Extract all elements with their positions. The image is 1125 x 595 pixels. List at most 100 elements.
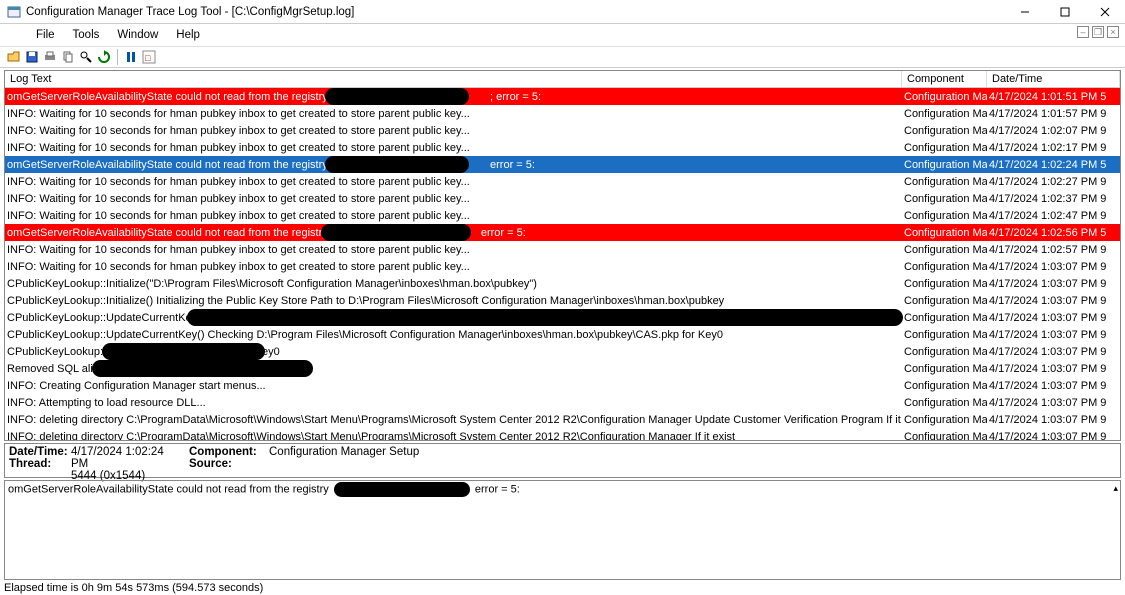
log-row[interactable]: CPublicKeyLookup::UpdateCurrentKey Config… (5, 309, 1120, 326)
pause-icon[interactable] (123, 49, 139, 65)
log-row[interactable]: INFO: deleting directory C:\ProgramData\… (5, 411, 1120, 428)
mdi-close[interactable]: × (1107, 26, 1119, 38)
log-row[interactable]: CPublicKeyLookup::Initialize("D:\Program… (5, 275, 1120, 292)
log-text: INFO: Creating Configuration Manager sta… (7, 380, 266, 392)
log-row[interactable]: omGetServerRoleAvailabilityState could n… (5, 224, 1120, 241)
col-datetime[interactable]: Date/Time (987, 71, 1120, 87)
log-component: Configuration Mar (902, 210, 987, 222)
refresh-icon[interactable] (96, 49, 112, 65)
menu-help[interactable]: Help (168, 27, 208, 43)
log-datetime: 4/17/2024 1:01:51 PM 5 (987, 91, 1120, 103)
log-component: Configuration Mar (902, 414, 987, 426)
log-component: Configuration Mar (902, 397, 987, 409)
log-row[interactable]: CPublicKeyLookup::UpdateCurrentKey() Upd… (5, 343, 1120, 360)
log-text: INFO: Waiting for 10 seconds for hman pu… (7, 176, 470, 188)
log-text: INFO: Waiting for 10 seconds for hman pu… (7, 108, 470, 120)
find-icon[interactable] (78, 49, 94, 65)
close-button[interactable] (1085, 0, 1125, 24)
log-component: Configuration Mar (902, 312, 987, 324)
detail-datetime-value: 4/17/2024 1:02:24 PM (71, 446, 181, 470)
log-row[interactable]: INFO: Waiting for 10 seconds for hman pu… (5, 207, 1120, 224)
log-text: CPublicKeyLookup::UpdateCurrentKey() Upd… (7, 346, 280, 358)
minimize-button[interactable] (1005, 0, 1045, 24)
message-redaction (334, 482, 470, 497)
app-icon (6, 4, 22, 20)
log-component: Configuration Mar (902, 142, 987, 154)
message-panel[interactable]: omGetServerRoleAvailabilityState could n… (4, 480, 1121, 580)
log-row[interactable]: INFO: Creating Configuration Manager sta… (5, 377, 1120, 394)
errorlookup-icon[interactable]: □ (141, 49, 157, 65)
log-datetime: 4/17/2024 1:02:37 PM 9 (987, 193, 1120, 205)
log-text: CPublicKeyLookup::UpdateCurrentKey (7, 312, 197, 324)
log-component: Configuration Mar (902, 261, 987, 273)
menu-file[interactable]: File (28, 27, 63, 43)
col-component[interactable]: Component (902, 71, 987, 87)
log-text: CPublicKeyLookup::UpdateCurrentKey() Che… (7, 329, 723, 341)
log-text: INFO: Waiting for 10 seconds for hman pu… (7, 193, 470, 205)
log-row[interactable]: INFO: Waiting for 10 seconds for hman pu… (5, 122, 1120, 139)
log-component: Configuration Mar (902, 380, 987, 392)
copy-icon[interactable] (60, 49, 76, 65)
log-text: omGetServerRoleAvailabilityState could n… (7, 159, 337, 171)
log-row[interactable]: CPublicKeyLookup::Initialize() Initializ… (5, 292, 1120, 309)
log-row[interactable]: INFO: Waiting for 10 seconds for hman pu… (5, 139, 1120, 156)
log-datetime: 4/17/2024 1:02:27 PM 9 (987, 176, 1120, 188)
message-pre: omGetServerRoleAvailabilityState could n… (8, 483, 329, 495)
log-row[interactable]: INFO: Waiting for 10 seconds for hman pu… (5, 241, 1120, 258)
log-header: Log Text Component Date/Time (5, 71, 1120, 88)
log-row[interactable]: omGetServerRoleAvailabilityState could n… (5, 156, 1120, 173)
detail-component-value: Configuration Manager Setup (269, 446, 1116, 458)
log-datetime: 4/17/2024 1:03:07 PM 9 (987, 363, 1120, 375)
detail-datetime-label: Date/Time: (9, 446, 63, 458)
open-icon[interactable] (6, 49, 22, 65)
log-row[interactable]: INFO: Waiting for 10 seconds for hman pu… (5, 105, 1120, 122)
detail-panel: Date/Time: Thread: 4/17/2024 1:02:24 PM … (4, 443, 1121, 478)
title-bar: Configuration Manager Trace Log Tool - [… (0, 0, 1125, 24)
window-controls (1005, 0, 1125, 24)
window-title: Configuration Manager Trace Log Tool - [… (26, 6, 354, 18)
mdi-minimize[interactable]: – (1077, 26, 1089, 38)
log-row[interactable]: omGetServerRoleAvailabilityState could n… (5, 88, 1120, 105)
log-text-extra: error = 5: (478, 227, 526, 239)
log-text: INFO: deleting directory C:\ProgramData\… (7, 414, 902, 426)
mdi-controls: – ❐ × (1077, 26, 1119, 38)
menu-tools[interactable]: Tools (65, 27, 108, 43)
log-text: omGetServerRoleAvailabilityState could n… (7, 227, 328, 239)
col-logtext[interactable]: Log Text (5, 71, 902, 87)
log-datetime: 4/17/2024 1:03:07 PM 9 (987, 295, 1120, 307)
log-datetime: 4/17/2024 1:03:07 PM 9 (987, 329, 1120, 341)
log-component: Configuration Mar (902, 329, 987, 341)
log-rows[interactable]: ▴ ▾ omGetServerRoleAvailabilityState cou… (5, 88, 1120, 440)
log-datetime: 4/17/2024 1:02:47 PM 9 (987, 210, 1120, 222)
log-text: Removed SQL alia (7, 363, 99, 375)
log-text-extra: ; error = 5: (487, 91, 541, 103)
log-text: INFO: Waiting for 10 seconds for hman pu… (7, 125, 470, 137)
log-component: Configuration Mar (902, 295, 987, 307)
mdi-restore[interactable]: ❐ (1092, 26, 1104, 38)
log-text: CPublicKeyLookup::Initialize() Initializ… (7, 295, 724, 307)
print-icon[interactable] (42, 49, 58, 65)
log-row[interactable]: INFO: Waiting for 10 seconds for hman pu… (5, 173, 1120, 190)
log-component: Configuration Mar (902, 176, 987, 188)
message-post: error = 5: (475, 483, 520, 495)
log-datetime: 4/17/2024 1:03:07 PM 9 (987, 346, 1120, 358)
log-datetime: 4/17/2024 1:03:07 PM 9 (987, 261, 1120, 273)
log-datetime: 4/17/2024 1:02:24 PM 5 (987, 159, 1120, 171)
detail-thread-label: Thread: (9, 458, 63, 470)
log-row[interactable]: INFO: Waiting for 10 seconds for hman pu… (5, 190, 1120, 207)
log-text: INFO: Waiting for 10 seconds for hman pu… (7, 244, 470, 256)
maximize-button[interactable] (1045, 0, 1085, 24)
msg-scroll-up-icon[interactable]: ▴ (1113, 483, 1118, 494)
log-component: Configuration Mar (902, 278, 987, 290)
log-row[interactable]: Removed SQL alia successfully.Configurat… (5, 360, 1120, 377)
log-datetime: 4/17/2024 1:03:07 PM 9 (987, 312, 1120, 324)
log-table: Log Text Component Date/Time ▴ ▾ omGetSe… (4, 70, 1121, 441)
save-icon[interactable] (24, 49, 40, 65)
log-component: Configuration Mar (902, 125, 987, 137)
log-row[interactable]: CPublicKeyLookup::UpdateCurrentKey() Che… (5, 326, 1120, 343)
log-row[interactable]: INFO: deleting directory C:\ProgramData\… (5, 428, 1120, 440)
log-component: Configuration Mar (902, 244, 987, 256)
log-row[interactable]: INFO: Waiting for 10 seconds for hman pu… (5, 258, 1120, 275)
menu-window[interactable]: Window (109, 27, 166, 43)
log-row[interactable]: INFO: Attempting to load resource DLL...… (5, 394, 1120, 411)
